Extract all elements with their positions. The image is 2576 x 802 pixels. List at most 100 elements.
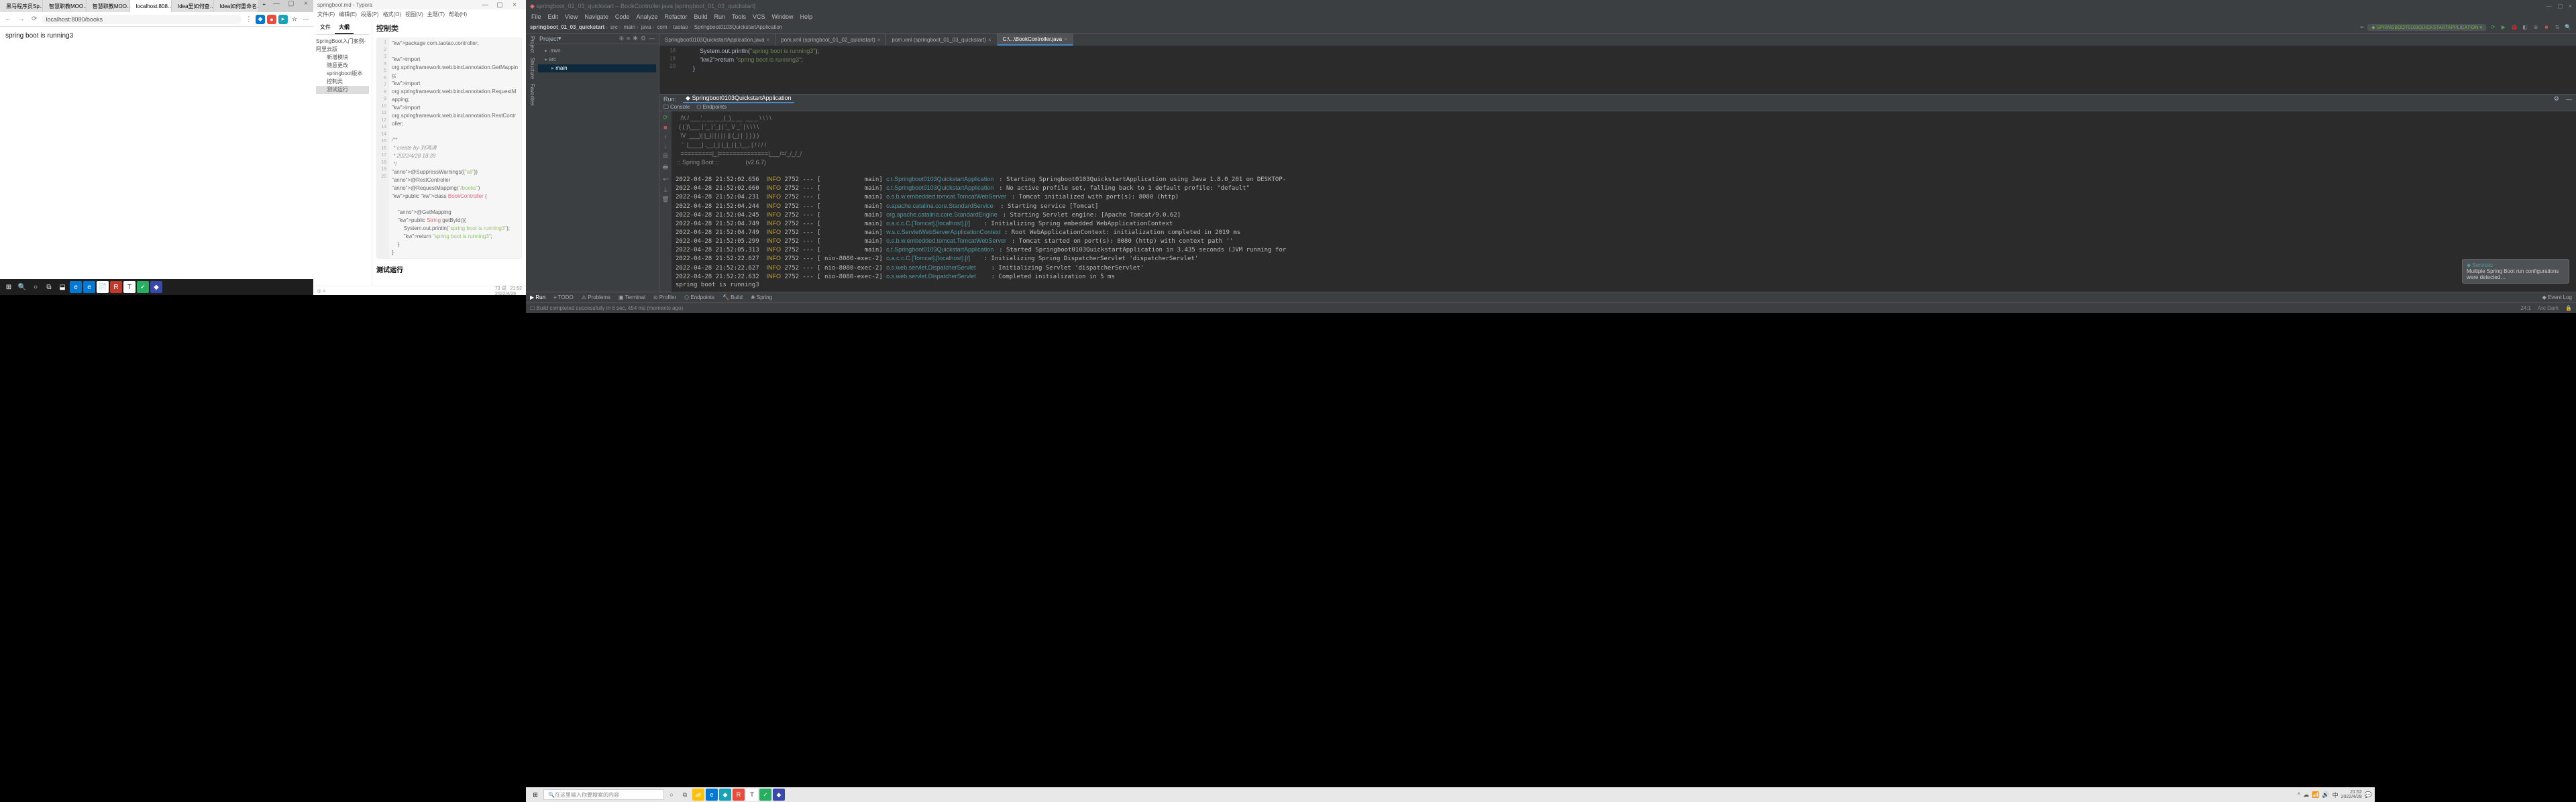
extension-icon[interactable]: ⋮ bbox=[244, 15, 254, 24]
edge-icon[interactable]: e bbox=[83, 281, 95, 293]
tab-spring[interactable]: ❀ Spring bbox=[751, 294, 772, 300]
maximize-button[interactable]: ▢ bbox=[492, 1, 507, 9]
idea-icon[interactable]: ◆ bbox=[773, 789, 785, 801]
left-rail[interactable]: Project Structure Favorites bbox=[526, 34, 535, 292]
console-tab[interactable]: 🖵 Console bbox=[663, 104, 690, 111]
menu-paragraph[interactable]: 段落(P) bbox=[361, 11, 379, 18]
app-icon[interactable]: ✓ bbox=[759, 789, 771, 801]
back-icon[interactable]: ⇤ bbox=[2361, 24, 2365, 30]
breadcrumb-item[interactable]: src bbox=[610, 24, 621, 30]
menu-tools[interactable]: Tools bbox=[732, 13, 746, 20]
editor-tab[interactable]: Springboot0103QuickstartApplication.java… bbox=[659, 34, 775, 46]
close-icon[interactable]: × bbox=[988, 37, 991, 43]
menu-file[interactable]: File bbox=[531, 13, 541, 20]
taskview-icon[interactable]: ⧉ bbox=[679, 789, 691, 801]
outline-item-selected[interactable]: 测试运行 bbox=[316, 86, 369, 94]
taskview-icon[interactable]: ⧉ bbox=[43, 281, 55, 293]
menu-navigate[interactable]: Navigate bbox=[584, 13, 608, 20]
print-icon[interactable]: 🖶 bbox=[663, 162, 669, 173]
maximize-button[interactable]: ▢ bbox=[2557, 3, 2563, 10]
app-icon[interactable]: 📄 bbox=[97, 281, 109, 293]
maximize-button[interactable]: ▢ bbox=[284, 0, 299, 12]
notification-popup[interactable]: ◆ Services Multiple Spring Boot run conf… bbox=[2462, 259, 2569, 284]
event-log-tab[interactable]: ◆ Event Log bbox=[2542, 294, 2572, 300]
coverage-icon[interactable]: ◧ bbox=[2521, 24, 2529, 30]
tree-folder[interactable]: .mvn bbox=[538, 47, 656, 56]
edge-icon[interactable]: e bbox=[70, 281, 82, 293]
trash-icon[interactable]: 🗑 bbox=[661, 196, 669, 203]
menu-help[interactable]: 帮助(H) bbox=[449, 11, 467, 18]
menu-vcs[interactable]: VCS bbox=[753, 13, 765, 20]
tab-files[interactable]: 文件 bbox=[316, 21, 335, 34]
breadcrumb-item[interactable]: java bbox=[641, 24, 655, 30]
stop-button-icon[interactable]: ■ bbox=[2542, 24, 2551, 30]
tab-profiler[interactable]: ⊙ Profiler bbox=[653, 294, 676, 300]
tab-endpoints[interactable]: ⬡ Endpoints bbox=[684, 294, 714, 300]
edge-icon[interactable]: e bbox=[706, 789, 718, 801]
cortana-icon[interactable]: ○ bbox=[665, 789, 678, 801]
cortana-icon[interactable]: ○ bbox=[30, 281, 42, 293]
tab-terminal[interactable]: ▣ Terminal bbox=[619, 294, 645, 300]
extension-icon[interactable]: ▸ bbox=[278, 15, 288, 24]
tab-todo[interactable]: ≡ TODO bbox=[553, 294, 574, 300]
outline-item[interactable]: 控制类 bbox=[316, 78, 369, 86]
wrap-icon[interactable]: ↩ bbox=[663, 176, 668, 183]
browser-tab-2[interactable]: 智慧职教MOO…× bbox=[87, 0, 130, 12]
close-button[interactable]: × bbox=[2569, 3, 2572, 10]
wifi-icon[interactable]: 📶 bbox=[2312, 791, 2319, 799]
notifications-icon[interactable]: 💬 bbox=[2365, 791, 2372, 799]
tab-build[interactable]: 🔨 Build bbox=[722, 294, 743, 300]
menu-format[interactable]: 格式(O) bbox=[383, 11, 402, 18]
menu-edit[interactable]: Edit bbox=[548, 13, 559, 20]
app-icon[interactable]: ◆ bbox=[150, 281, 162, 293]
search-icon[interactable]: 🔍 bbox=[2564, 24, 2572, 30]
close-button[interactable]: × bbox=[507, 1, 522, 9]
collapse-icon[interactable]: ≡ bbox=[627, 35, 630, 42]
breadcrumb-item[interactable]: com bbox=[657, 24, 670, 30]
vcs-icon[interactable]: ⇅ bbox=[2553, 24, 2561, 30]
stop-icon[interactable]: ■ bbox=[663, 124, 667, 131]
console-output[interactable]: /\\ / ___'_ __ _ _(_)_ __ __ _ \ \ \ \ (… bbox=[672, 111, 2576, 292]
search-icon[interactable]: 🔍 bbox=[16, 281, 28, 293]
editor-content[interactable]: System.out.println("spring boot is runni… bbox=[680, 47, 2576, 93]
tree-folder-selected[interactable]: main bbox=[538, 64, 656, 73]
browser-tab-4[interactable]: Idea里如何查…× bbox=[172, 0, 214, 12]
layout-icon[interactable]: ⊞ bbox=[663, 152, 668, 160]
menu-file[interactable]: 文件(F) bbox=[317, 11, 335, 18]
app-icon[interactable]: T bbox=[746, 789, 758, 801]
menu-analyze[interactable]: Analyze bbox=[636, 13, 657, 20]
editor-tab[interactable]: pom.xml (springboot_01_02_quickstart)× bbox=[775, 34, 886, 46]
tab-outline[interactable]: 大纲 bbox=[335, 21, 354, 34]
menu-code[interactable]: Code bbox=[615, 13, 630, 20]
editor-tab[interactable]: pom.xml (springboot_01_03_quickstart)× bbox=[886, 34, 997, 46]
app-icon[interactable]: T bbox=[123, 281, 136, 293]
menu-window[interactable]: Window bbox=[772, 13, 794, 20]
menu-view[interactable]: 视图(V) bbox=[405, 11, 423, 18]
back-button[interactable]: ← bbox=[3, 15, 13, 23]
menu-run[interactable]: Run bbox=[714, 13, 726, 20]
tree-folder[interactable]: src bbox=[538, 56, 656, 64]
menu-refactor[interactable]: Refactor bbox=[664, 13, 687, 20]
run-button-icon[interactable]: ⟳ bbox=[2489, 24, 2497, 30]
extension-icon[interactable]: ● bbox=[267, 15, 276, 24]
outline-item[interactable]: SpringBoot入门案例-阿里云版 bbox=[316, 38, 369, 54]
debug-button-icon[interactable]: 🐞 bbox=[2510, 24, 2518, 30]
app-icon[interactable]: ◆ bbox=[719, 789, 731, 801]
menu-theme[interactable]: 主题(T) bbox=[427, 11, 445, 18]
search-input[interactable]: 🔍 在这里输入你要搜索的内容 bbox=[543, 789, 664, 800]
tab-run[interactable]: ▶ Run bbox=[530, 294, 545, 300]
editor-tab-active[interactable]: C:\...\BookController.java× bbox=[998, 34, 1073, 46]
minimize-button[interactable]: — bbox=[2546, 3, 2552, 10]
menu-help[interactable]: Help bbox=[800, 13, 813, 20]
breadcrumb-item[interactable]: Springboot0103QuickstartApplication bbox=[694, 24, 783, 30]
code-content[interactable]: "kw">package com.taotao.controller; "kw"… bbox=[389, 38, 521, 258]
run-button-icon[interactable]: ▶ bbox=[2500, 24, 2508, 30]
menu-view[interactable]: View bbox=[565, 13, 578, 20]
forward-button[interactable]: → bbox=[16, 15, 27, 23]
browser-tab-1[interactable]: 智慧职教MOO…× bbox=[43, 0, 87, 12]
run-app-tab[interactable]: ◆ Springboot0103QuickstartApplication bbox=[683, 95, 794, 103]
close-button[interactable]: × bbox=[299, 0, 313, 12]
clock[interactable]: 21:522022/4/28 bbox=[2341, 790, 2362, 799]
app-icon[interactable]: R bbox=[110, 281, 122, 293]
url-input[interactable]: localhost:8080/books bbox=[42, 15, 241, 24]
